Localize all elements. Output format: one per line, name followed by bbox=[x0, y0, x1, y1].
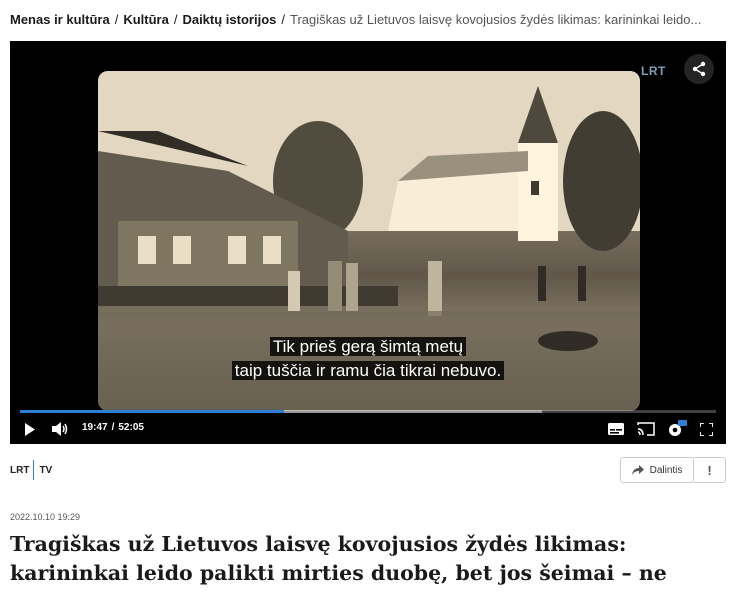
breadcrumb-separator: / bbox=[114, 11, 119, 27]
duration: 52:05 bbox=[118, 422, 144, 433]
subtitles-button[interactable] bbox=[607, 418, 625, 440]
subtitle-text: taip tuščia ir ramu čia tikrai nebuvo. bbox=[231, 361, 505, 380]
settings-icon bbox=[669, 420, 687, 436]
subtitle-text: Tik prieš gerą šimtą metų bbox=[269, 337, 467, 356]
fullscreen-icon bbox=[699, 422, 713, 436]
breadcrumb: Menas ir kultūra / Kultūra / Daiktų isto… bbox=[10, 9, 745, 29]
report-button[interactable]: ! bbox=[694, 457, 726, 483]
play-button[interactable] bbox=[22, 418, 38, 440]
volume-button[interactable] bbox=[50, 418, 70, 440]
channel-name: TV bbox=[39, 464, 53, 476]
current-time: 19:47 bbox=[82, 422, 108, 433]
settings-button[interactable] bbox=[666, 418, 688, 440]
lrt-logo: LRT bbox=[10, 464, 30, 476]
video-frame[interactable] bbox=[98, 71, 640, 411]
breadcrumb-link-kultura[interactable]: Kultūra bbox=[123, 12, 169, 27]
progress-bar[interactable] bbox=[20, 410, 716, 413]
subtitle-line-2: taip tuščia ir ramu čia tikrai nebuvo. bbox=[10, 361, 726, 381]
video-still-image bbox=[98, 71, 640, 411]
subtitles-icon bbox=[608, 423, 624, 435]
progress-played bbox=[20, 410, 285, 413]
breadcrumb-separator: / bbox=[281, 11, 285, 27]
logo-divider bbox=[33, 460, 35, 480]
share-icon bbox=[692, 61, 706, 77]
time-display: 19:47/52:05 bbox=[82, 422, 144, 433]
volume-icon bbox=[51, 422, 67, 436]
breadcrumb-link-menas[interactable]: Menas ir kultūra bbox=[10, 12, 110, 27]
video-player[interactable]: LRT Tik prieš gerą šimtą metų taip tušči… bbox=[10, 41, 726, 444]
breadcrumb-current: Tragiškas už Lietuvos laisvę kovojusios … bbox=[290, 11, 702, 27]
breadcrumb-link-daiktu-istorijos[interactable]: Daiktų istorijos bbox=[182, 12, 276, 27]
subtitle-line-1: Tik prieš gerą šimtą metų bbox=[10, 337, 726, 357]
fullscreen-button[interactable] bbox=[698, 418, 714, 440]
report-icon: ! bbox=[707, 462, 712, 478]
cast-button[interactable] bbox=[636, 418, 656, 440]
time-separator: / bbox=[111, 422, 115, 433]
cast-icon bbox=[637, 422, 655, 436]
article-date: 2022.10.10 19:29 bbox=[10, 512, 81, 522]
video-share-button[interactable] bbox=[684, 54, 714, 84]
source-logo[interactable]: LRT TV bbox=[10, 460, 52, 480]
player-controls: 19:47/52:05 bbox=[10, 418, 726, 440]
share-arrow-icon bbox=[631, 465, 644, 475]
play-icon bbox=[25, 422, 35, 436]
breadcrumb-separator: / bbox=[173, 11, 178, 27]
share-label: Dalintis bbox=[649, 464, 683, 476]
share-button[interactable]: Dalintis bbox=[620, 457, 694, 483]
lrt-watermark: LRT bbox=[641, 64, 666, 78]
article-title: Tragiškas už Lietuvos laisvę kovojusios … bbox=[10, 532, 667, 585]
